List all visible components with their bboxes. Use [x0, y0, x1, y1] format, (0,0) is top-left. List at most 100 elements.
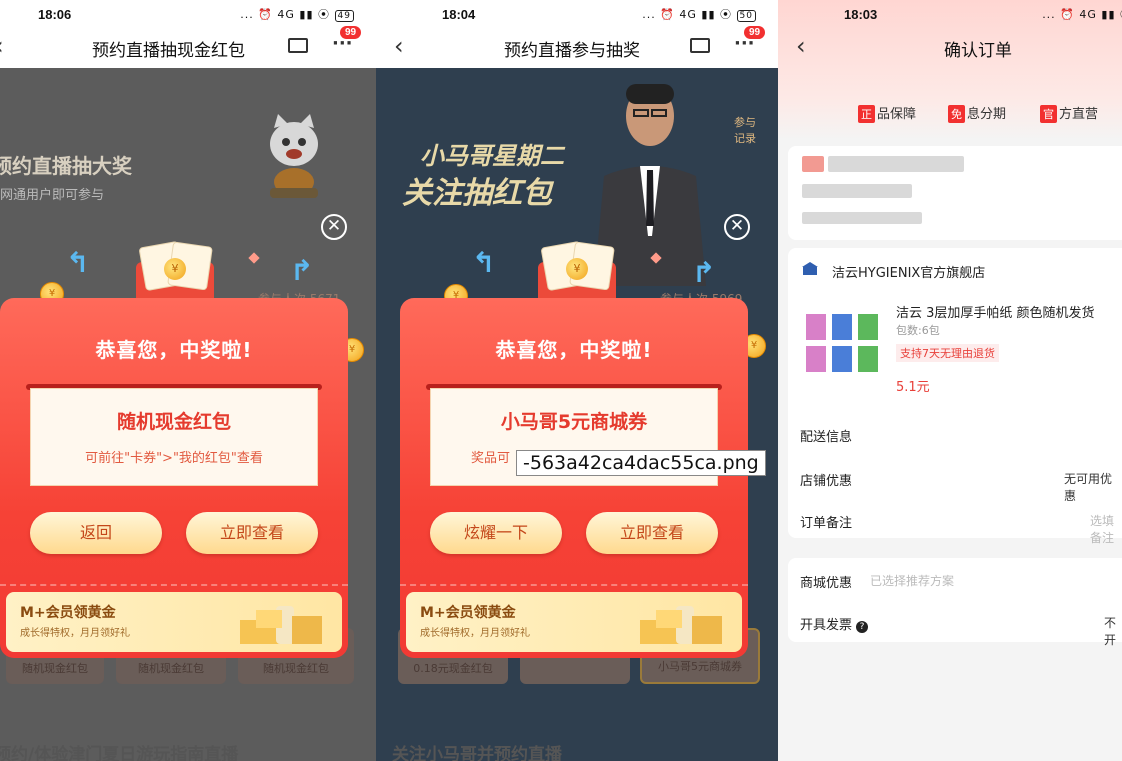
battery-icon: 49 — [334, 10, 354, 22]
prize-tile-label: 随机现金红包 — [138, 662, 204, 675]
blurred-address — [802, 184, 912, 198]
guarantee-installment: 免息分期 — [948, 103, 1006, 123]
vip-subtitle: 成长得特权，月月领好礼 — [20, 628, 130, 639]
sparkle-icon: ↱ — [692, 256, 716, 289]
message-badge: 99 — [744, 26, 766, 39]
sparkle-icon: ↰ — [66, 246, 90, 279]
guarantee-mark: 正 — [858, 105, 875, 123]
ticket-icon[interactable] — [690, 38, 710, 53]
blurred-address — [828, 156, 964, 172]
prize-name: 随机现金红包 — [116, 411, 231, 433]
modal-headline: 恭喜您，中奖啦! — [95, 338, 253, 362]
gold-gift-icon — [240, 606, 322, 644]
screenshot-panel-2: 18:04 ... ⏰ 4G ▮▮ ⦿ 50 ‹ 预约直播参与抽奖 ··· 99… — [376, 0, 778, 761]
prize-tile-label: 0.18元现金红包 — [413, 662, 493, 675]
status-icons: ... ⏰ 4G ▮▮ ⦿ 50 — [642, 6, 756, 22]
prize-name: 小马哥5元商城券 — [500, 411, 648, 433]
nav-bar: ‹ 预约直播抽现金红包 ··· 99 — [0, 26, 376, 68]
invoice-label[interactable]: 开具发票? — [800, 614, 869, 633]
battery-icon: 50 — [736, 10, 756, 22]
modal-headline: 恭喜您，中奖啦! — [495, 338, 653, 362]
vip-title: M+会员领黄金 — [20, 605, 116, 621]
prize-hint: 可前往"卡券">"我的红包"查看 — [85, 451, 263, 466]
section-title: 关注小马哥并预约直播 — [392, 745, 562, 761]
banner-line1: 小马哥星期二 — [420, 142, 564, 170]
status-time: 18:04 — [442, 7, 476, 22]
status-signal-icons: ... ⏰ 4G ▮▮ ⦿ — [642, 8, 733, 21]
delivery-info-label[interactable]: 配送信息 — [800, 426, 852, 445]
prize-tile-label: 随机现金红包 — [22, 662, 88, 675]
sparkle-icon: ↱ — [290, 254, 314, 287]
store-icon — [802, 262, 818, 275]
divider — [400, 584, 748, 586]
shop-discount-label[interactable]: 店铺优惠 — [800, 470, 852, 489]
red-envelope-icon: ¥ — [538, 240, 616, 306]
prize-tile-label: 随机现金红包 — [263, 662, 329, 675]
vip-subtitle: 成长得特权，月月领好礼 — [420, 628, 530, 639]
share-button[interactable]: 炫耀一下 — [430, 512, 562, 554]
order-note-label: 订单备注 — [800, 516, 853, 531]
message-badge: 99 — [340, 26, 362, 39]
view-now-button[interactable]: 立即查看 — [186, 512, 318, 554]
shop-name[interactable]: 洁云HYGIENIX官方旗舰店 — [832, 262, 985, 281]
order-note-input[interactable]: 选填备注 — [1090, 512, 1122, 546]
gold-gift-icon — [640, 606, 722, 644]
page-title: 预约直播抽现金红包 — [92, 41, 245, 61]
prize-card: 随机现金红包 可前往"卡券">"我的红包"查看 — [30, 388, 318, 486]
sparkle-icon: ↰ — [472, 246, 496, 279]
guarantee-authentic: 正品保障 — [858, 103, 916, 123]
product-title: 洁云 3层加厚手帕纸 颜色随机发货 — [896, 306, 1095, 321]
product-count: 包数:6包 — [896, 324, 940, 337]
blurred-address — [802, 212, 922, 224]
divider — [0, 584, 348, 586]
status-bar: 18:03 ... ⏰ 4G ▮▮ ⦿ — [778, 0, 1122, 30]
red-envelope-icon: ¥ — [136, 240, 214, 306]
nav-bar: ‹ 确认订单 — [778, 28, 1122, 68]
banner-line2: 关注抽红包 — [402, 176, 552, 211]
help-icon[interactable]: ? — [856, 621, 869, 633]
return-button[interactable]: 返回 — [30, 512, 162, 554]
participate-record-link[interactable]: 参与记录 — [734, 114, 764, 146]
status-icons: ... ⏰ 4G ▮▮ ⦿ — [1042, 8, 1122, 21]
invoice-value[interactable]: 不开 — [1104, 614, 1122, 648]
shop-discount-value[interactable]: 无可用优惠 — [1064, 470, 1122, 504]
status-signal-icons: ... ⏰ 4G ▮▮ ⦿ — [240, 8, 331, 21]
view-now-button[interactable]: 立即查看 — [586, 512, 718, 554]
mall-discount-sub: 已选择推荐方案 — [870, 574, 955, 588]
status-time: 18:03 — [844, 7, 878, 22]
vip-promo-banner[interactable]: M+会员领黄金 成长得特权，月月领好礼 — [406, 592, 742, 652]
screenshot-panel-1: 18:06 ... ⏰ 4G ▮▮ ⦿ 49 ‹ 预约直播抽现金红包 ··· 9… — [0, 0, 376, 761]
guarantee-text: 息分期 — [967, 107, 1007, 122]
guarantee-text: 方直营 — [1059, 107, 1099, 122]
product-image[interactable] — [804, 312, 880, 376]
back-button[interactable]: ‹ — [0, 32, 4, 60]
banner-title: 预约直播抽大奖 — [0, 154, 132, 178]
ticket-icon[interactable] — [288, 38, 308, 53]
guarantee-mark: 官 — [1040, 105, 1057, 123]
vip-title: M+会员领黄金 — [420, 605, 516, 621]
prize-modal: 恭喜您，中奖啦! 小马哥5元商城券 奖品可 炫耀一下 立即查看 M+会员领黄金 … — [400, 298, 748, 658]
banner-subtitle: 网通用户即可参与 — [0, 188, 105, 203]
nav-bar: ‹ 预约直播参与抽奖 ··· 99 — [376, 26, 778, 68]
status-bar: 18:06 ... ⏰ 4G ▮▮ ⦿ 49 — [0, 0, 376, 30]
page-title: 确认订单 — [944, 41, 1012, 61]
blurred-address — [802, 156, 824, 172]
invoice-label-text: 开具发票 — [800, 618, 853, 633]
close-icon[interactable]: ✕ — [321, 214, 347, 240]
product-price: 5.1元 — [896, 380, 930, 395]
guarantee-mark: 免 — [948, 105, 965, 123]
page-title: 预约直播参与抽奖 — [504, 41, 640, 61]
vip-promo-banner[interactable]: M+会员领黄金 成长得特权，月月领好礼 — [6, 592, 342, 652]
status-time: 18:06 — [38, 7, 72, 22]
return-policy-badge: 支持7天无理由退货 — [896, 344, 999, 362]
address-card[interactable] — [788, 146, 1122, 240]
back-button[interactable]: ‹ — [394, 32, 404, 60]
mall-discount-label[interactable]: 商城优惠 — [800, 572, 852, 591]
back-button[interactable]: ‹ — [796, 32, 806, 60]
cat-mascot-icon — [270, 114, 318, 198]
screenshot-panel-3: 18:03 ... ⏰ 4G ▮▮ ⦿ ‹ 确认订单 正品保障 免息分期 官方直… — [778, 0, 1122, 761]
status-icons: ... ⏰ 4G ▮▮ ⦿ 49 — [240, 6, 354, 22]
close-icon[interactable]: ✕ — [724, 214, 750, 240]
prize-tile-label: 小马哥5元商城券 — [658, 660, 742, 673]
section-title: 预约/体验津门夏日游玩指南直播 — [0, 745, 239, 761]
